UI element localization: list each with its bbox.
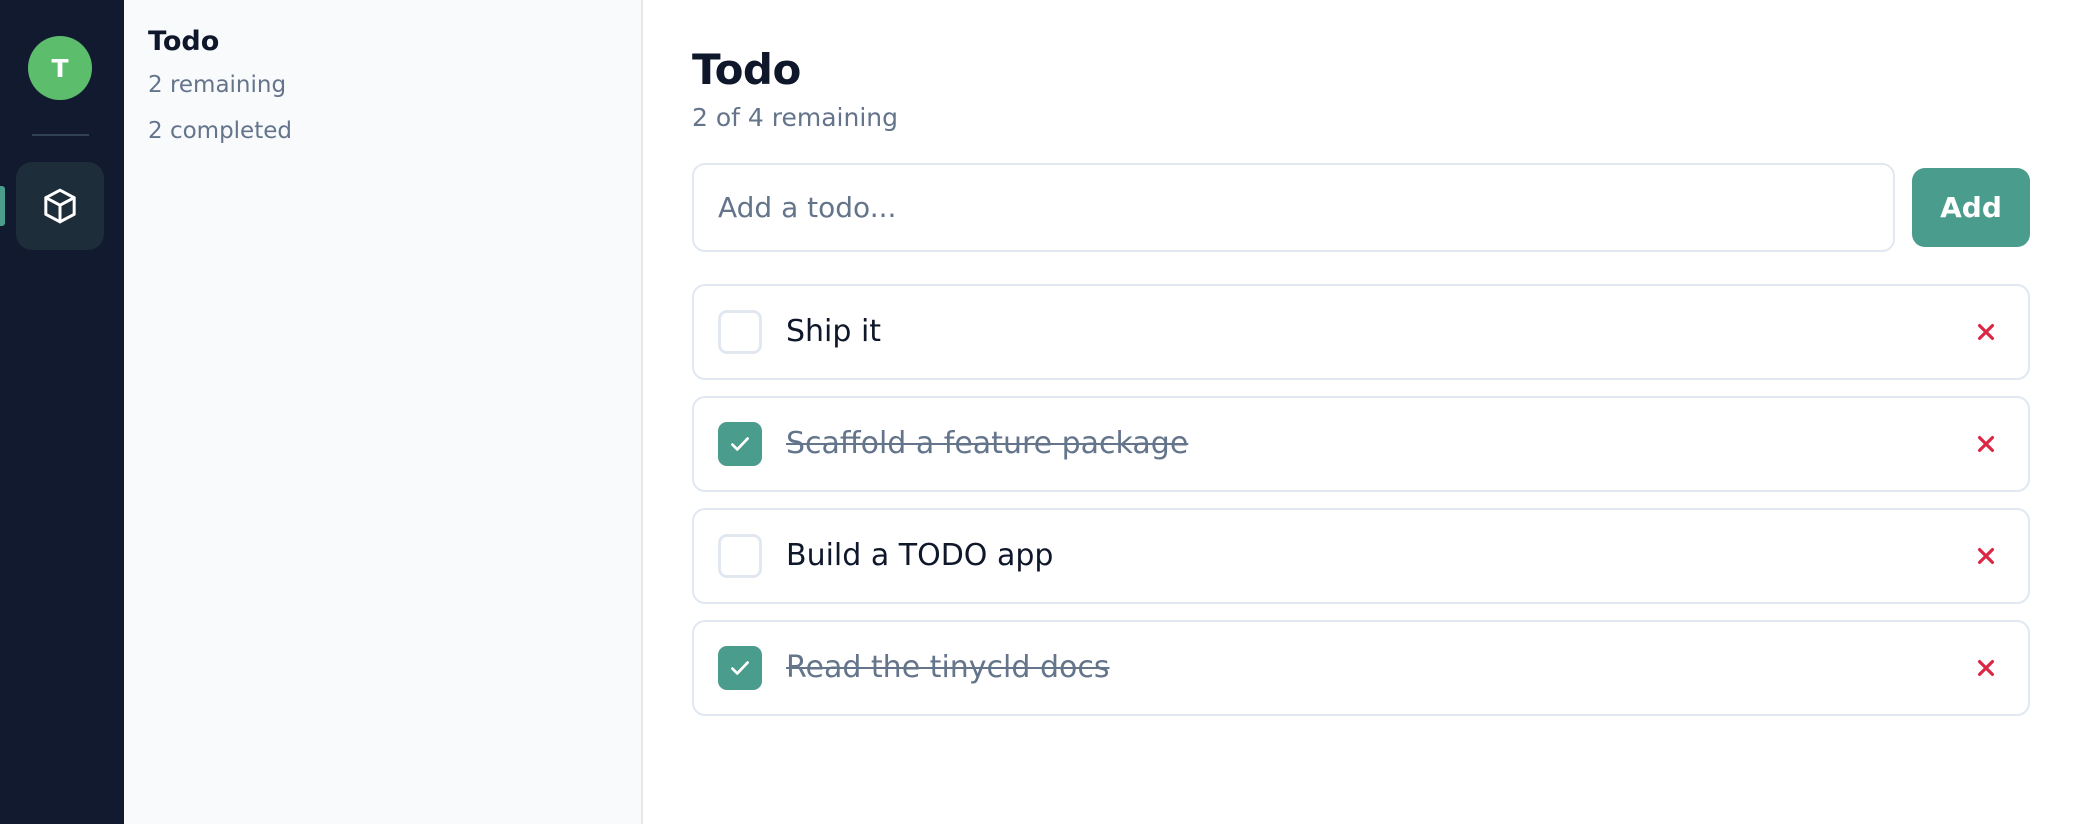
todo-text: Ship it (786, 314, 882, 349)
todo-text: Build a TODO app (786, 538, 1054, 573)
delete-button[interactable] (1966, 536, 2006, 576)
close-icon (1977, 435, 1995, 453)
add-todo-input[interactable] (692, 162, 1895, 252)
delete-button[interactable] (1966, 424, 2006, 464)
todo-checkbox[interactable] (718, 310, 762, 354)
rail-item-todo[interactable] (16, 162, 104, 250)
close-icon (1977, 547, 1995, 565)
active-indicator (0, 186, 5, 226)
close-icon (1977, 323, 1995, 341)
secondary-sidebar: Todo 2 remaining 2 completed (124, 0, 643, 824)
todo-text: Read the tinycld docs (786, 650, 1110, 685)
main-content: Todo 2 of 4 remaining Add Ship it Scaffo… (643, 0, 2082, 824)
todo-item: Scaffold a feature package (692, 396, 2030, 492)
page-title: Todo (692, 45, 801, 94)
sidebar-title: Todo (148, 26, 220, 57)
todo-checkbox[interactable] (718, 422, 762, 466)
todo-checkbox[interactable] (718, 534, 762, 578)
todo-item: Read the tinycld docs (692, 620, 2030, 716)
delete-button[interactable] (1966, 312, 2006, 352)
todo-item: Ship it (692, 284, 2030, 380)
close-icon (1977, 659, 1995, 677)
add-todo-form: Add (692, 162, 2030, 252)
completed-count: 2 completed (148, 118, 292, 144)
todo-text: Scaffold a feature package (786, 426, 1189, 461)
remaining-count: 2 remaining (148, 72, 287, 98)
check-icon (731, 437, 749, 451)
cube-icon (44, 188, 76, 224)
page-subtitle: 2 of 4 remaining (692, 103, 898, 132)
avatar[interactable]: T (28, 36, 92, 100)
app-root: T Todo 2 remaining 2 completed Todo 2 of… (0, 0, 2082, 824)
check-icon (731, 661, 749, 675)
add-button[interactable]: Add (1912, 167, 2030, 247)
icon-rail: T (0, 0, 124, 824)
todo-item: Build a TODO app (692, 508, 2030, 604)
todo-list: Ship it Scaffold a feature package Build… (692, 284, 2030, 716)
delete-button[interactable] (1966, 648, 2006, 688)
todo-checkbox[interactable] (718, 646, 762, 690)
rail-divider (32, 134, 89, 136)
